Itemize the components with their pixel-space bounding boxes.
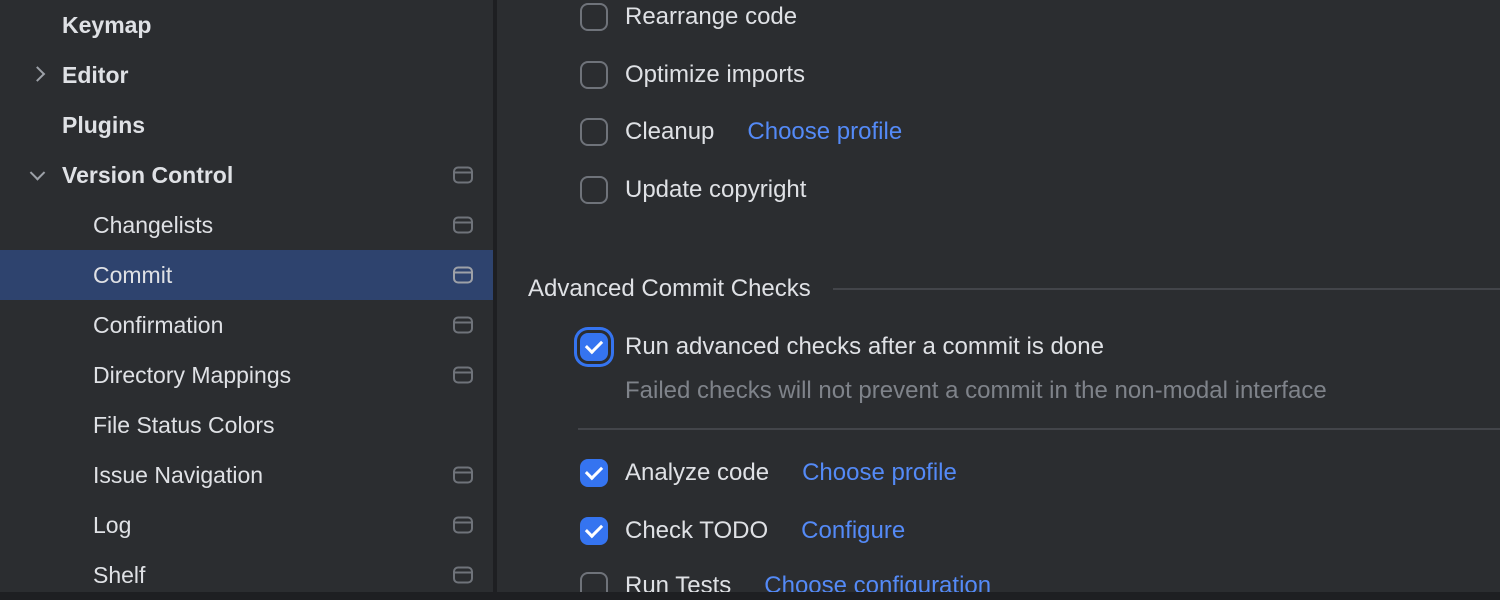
window-icon [453, 367, 473, 384]
sidebar-item-version-control[interactable]: Version Control [0, 150, 493, 200]
sidebar-item-confirmation[interactable]: Confirmation [0, 300, 493, 350]
option-row-cleanup: Cleanup Choose profile [580, 118, 902, 146]
sidebar-item-directory-mappings[interactable]: Directory Mappings [0, 350, 493, 400]
sidebar-item-file-status-colors[interactable]: File Status Colors [0, 400, 493, 450]
sidebar-item-issue-navigation[interactable]: Issue Navigation [0, 450, 493, 500]
checkbox-label: Analyze code [625, 459, 769, 487]
window-icon [453, 167, 473, 184]
sidebar-item-label: Changelists [93, 212, 213, 239]
rearrange-code-checkbox[interactable] [580, 3, 608, 31]
section-title: Advanced Commit Checks [528, 275, 811, 303]
window-icon [453, 267, 473, 284]
cleanup-checkbox[interactable] [580, 118, 608, 146]
sidebar-item-label: Issue Navigation [93, 462, 263, 489]
sidebar-item-label: Commit [93, 262, 172, 289]
sidebar-item-editor[interactable]: Editor [0, 50, 493, 100]
sidebar-item-commit[interactable]: Commit [0, 250, 493, 300]
update-copyright-checkbox[interactable] [580, 176, 608, 204]
settings-window: Keymap Editor Plugins Version Control Ch… [0, 0, 1500, 600]
chevron-right-icon[interactable] [30, 66, 46, 82]
sidebar-item-changelists[interactable]: Changelists [0, 200, 493, 250]
analyze-code-checkbox[interactable] [580, 459, 608, 487]
checkbox-label: Update copyright [625, 176, 806, 204]
sidebar-item-plugins[interactable]: Plugins [0, 100, 493, 150]
run-advanced-checks-description: Failed checks will not prevent a commit … [625, 377, 1327, 405]
checkbox-label: Run advanced checks after a commit is do… [625, 333, 1104, 361]
option-row-optimize-imports: Optimize imports [580, 61, 805, 89]
sidebar-item-keymap[interactable]: Keymap [0, 0, 493, 50]
bottom-edge-divider [0, 592, 1500, 600]
configure-link[interactable]: Configure [801, 517, 905, 545]
window-icon [453, 467, 473, 484]
sidebar-item-label: Log [93, 512, 131, 539]
section-content-divider [578, 428, 1500, 430]
settings-sidebar: Keymap Editor Plugins Version Control Ch… [0, 0, 497, 592]
window-icon [453, 317, 473, 334]
section-divider [833, 288, 1500, 290]
option-row-run-advanced-checks: Run advanced checks after a commit is do… [580, 333, 1104, 361]
checkbox-label: Rearrange code [625, 3, 797, 31]
choose-profile-link[interactable]: Choose profile [802, 459, 957, 487]
check-todo-checkbox[interactable] [580, 517, 608, 545]
sidebar-item-label: Editor [62, 62, 128, 89]
run-advanced-checks-checkbox[interactable] [580, 333, 608, 361]
option-row-rearrange-code: Rearrange code [580, 3, 797, 31]
commit-settings-panel: Rearrange code Optimize imports Cleanup … [501, 0, 1500, 600]
optimize-imports-checkbox[interactable] [580, 61, 608, 89]
chevron-down-icon[interactable] [30, 165, 46, 181]
sidebar-item-label: File Status Colors [93, 412, 275, 439]
sidebar-item-label: Version Control [62, 162, 233, 189]
window-icon [453, 567, 473, 584]
sidebar-item-label: Shelf [93, 562, 145, 589]
option-row-analyze-code: Analyze code Choose profile [580, 459, 957, 487]
option-row-check-todo: Check TODO Configure [580, 517, 905, 545]
sidebar-item-label: Directory Mappings [93, 362, 291, 389]
option-row-update-copyright: Update copyright [580, 176, 806, 204]
sidebar-item-label: Plugins [62, 112, 145, 139]
checkbox-label: Optimize imports [625, 61, 805, 89]
advanced-commit-checks-section-header: Advanced Commit Checks [528, 274, 1500, 304]
sidebar-item-label: Confirmation [93, 312, 223, 339]
sidebar-item-log[interactable]: Log [0, 500, 493, 550]
choose-profile-link[interactable]: Choose profile [747, 118, 902, 146]
checkbox-label: Check TODO [625, 517, 768, 545]
sidebar-item-label: Keymap [62, 12, 151, 39]
checkbox-label: Cleanup [625, 118, 714, 146]
window-icon [453, 517, 473, 534]
window-icon [453, 217, 473, 234]
